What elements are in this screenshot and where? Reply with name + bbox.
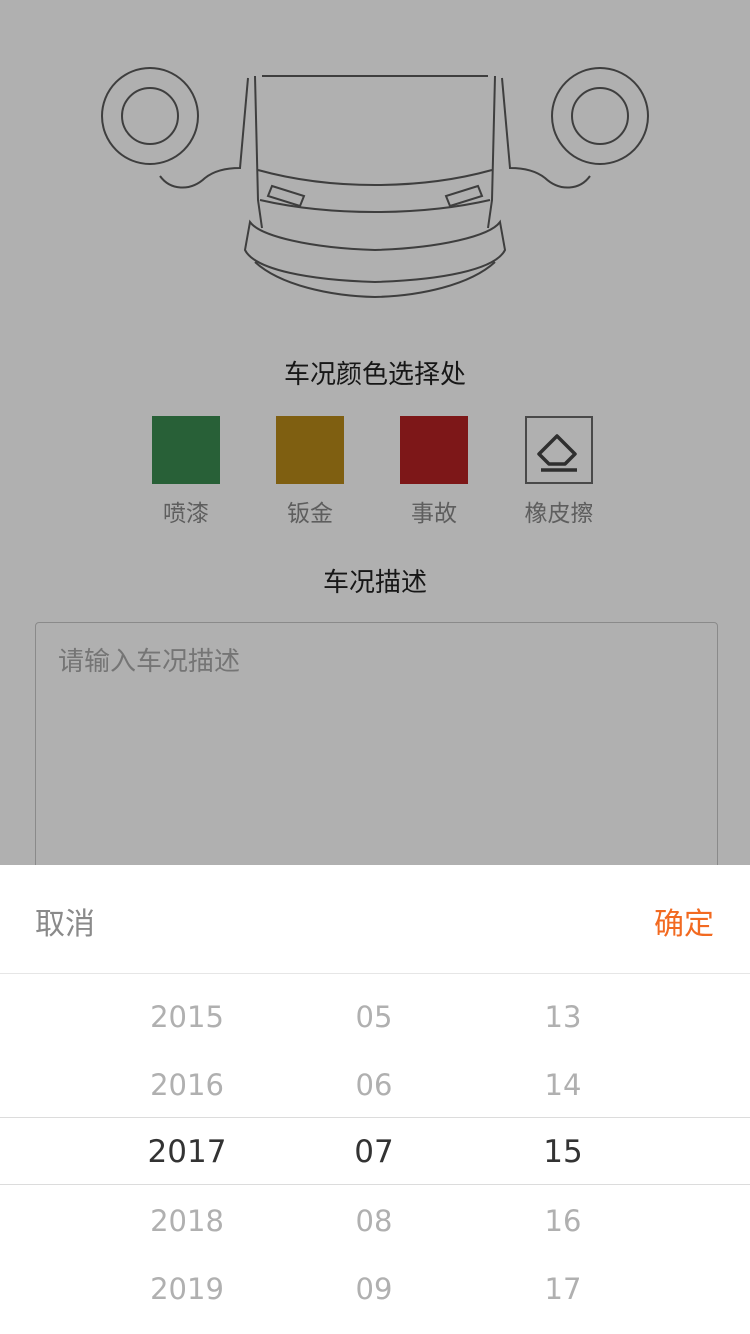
month-option[interactable]: 06: [294, 1065, 454, 1105]
confirm-button[interactable]: 确定: [654, 899, 714, 943]
day-option[interactable]: 17: [483, 1269, 643, 1309]
year-option[interactable]: 2019: [107, 1269, 267, 1309]
cancel-button[interactable]: 取消: [35, 899, 95, 943]
day-option-selected[interactable]: 15: [483, 1132, 643, 1172]
day-option[interactable]: 14: [483, 1065, 643, 1105]
year-option[interactable]: 2015: [107, 997, 267, 1037]
date-wheel-picker: 2015 2016 2017 2018 2019 05 06 07 08 09 …: [0, 975, 750, 1334]
year-option-selected[interactable]: 2017: [107, 1132, 267, 1172]
month-option[interactable]: 08: [294, 1201, 454, 1241]
month-option[interactable]: 05: [294, 997, 454, 1037]
day-wheel[interactable]: 13 14 15 16 17: [483, 975, 643, 1334]
month-option-selected[interactable]: 07: [294, 1132, 454, 1172]
day-option[interactable]: 13: [483, 997, 643, 1037]
year-option[interactable]: 2018: [107, 1201, 267, 1241]
picker-header: 取消 确定: [0, 865, 750, 974]
date-picker-sheet: 取消 确定 2015 2016 2017 2018 2019 05 06 07 …: [0, 865, 750, 1334]
month-wheel[interactable]: 05 06 07 08 09: [294, 975, 454, 1334]
year-wheel[interactable]: 2015 2016 2017 2018 2019: [107, 975, 267, 1334]
day-option[interactable]: 16: [483, 1201, 643, 1241]
year-option[interactable]: 2016: [107, 1065, 267, 1105]
month-option[interactable]: 09: [294, 1269, 454, 1309]
